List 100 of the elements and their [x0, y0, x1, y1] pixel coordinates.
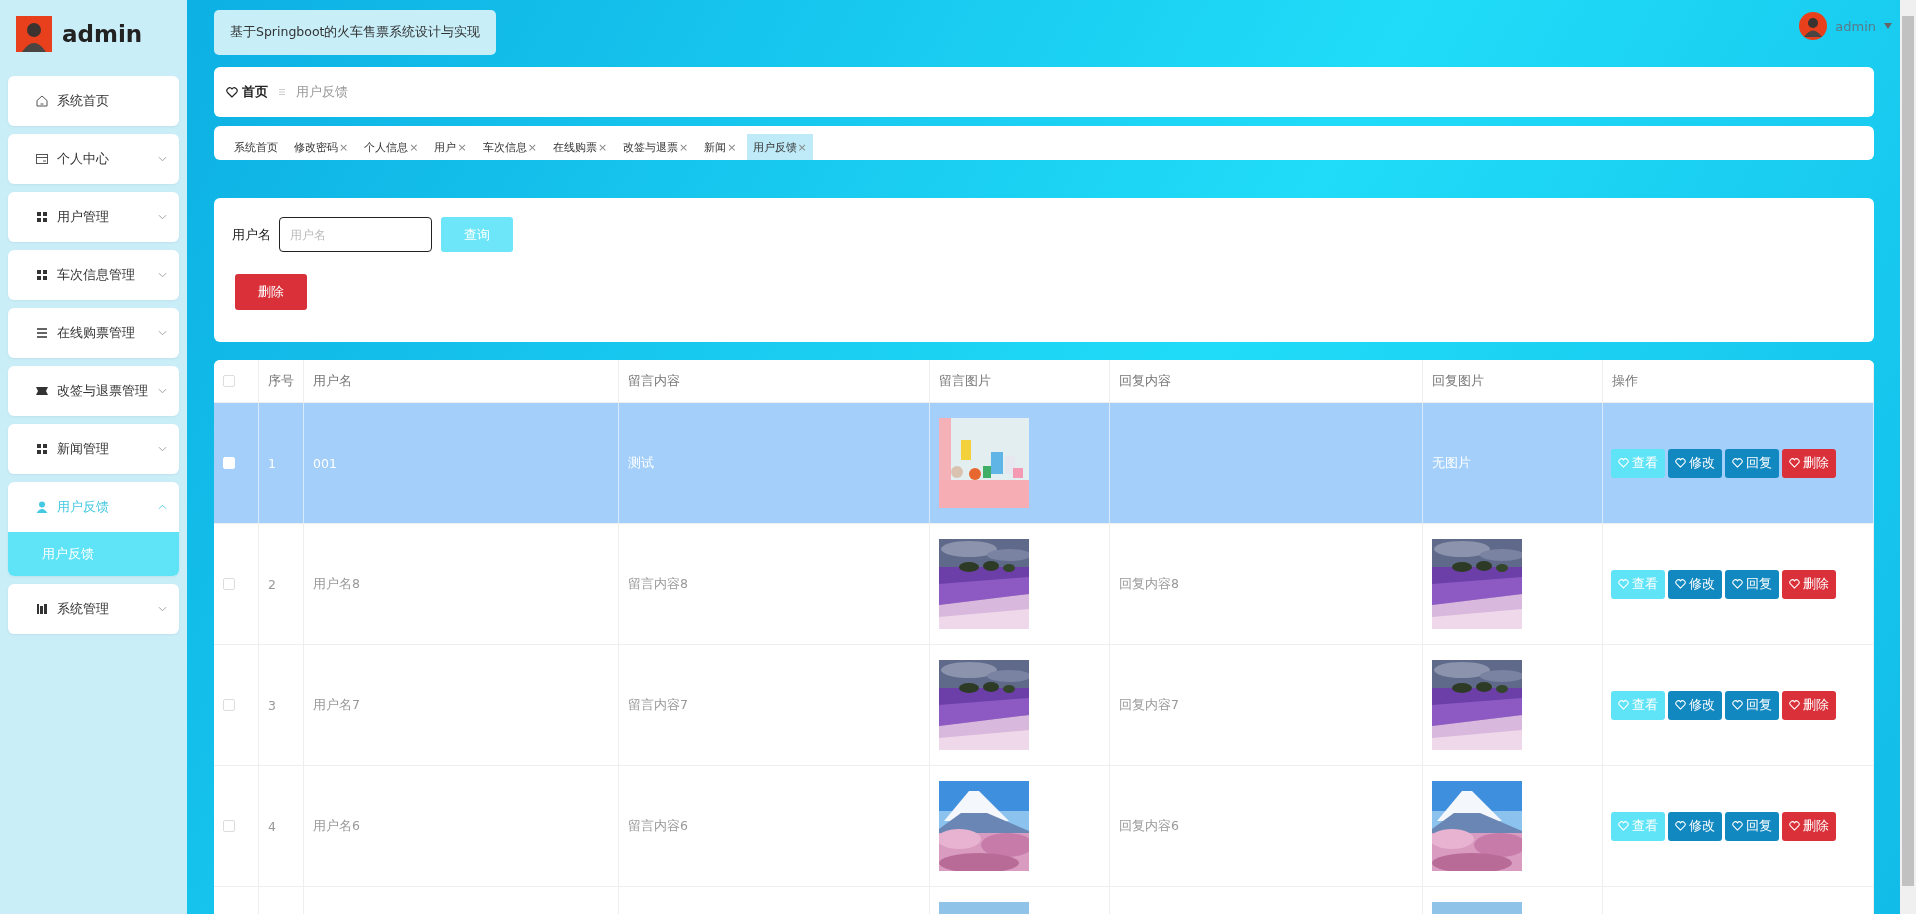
field-label: 用户名	[232, 225, 271, 244]
edit-button[interactable]: 修改	[1668, 448, 1722, 478]
table-row[interactable]: 1 001 测试 无图片 查看 修改 回复 删除	[214, 403, 1874, 524]
close-icon[interactable]: ×	[727, 140, 737, 154]
table-cell: 用户名7	[313, 696, 360, 714]
table-cell: 用户名6	[313, 817, 360, 835]
chevron-icon	[158, 504, 167, 510]
reply-button[interactable]: 回复	[1725, 690, 1779, 720]
edit-button[interactable]: 修改	[1668, 811, 1722, 841]
close-icon[interactable]: ×	[527, 140, 537, 154]
page-tab[interactable]: 系统首页	[228, 134, 284, 160]
table-cell: 2	[268, 576, 276, 592]
avatar-icon	[16, 16, 52, 52]
page-tab[interactable]: 新闻×	[698, 134, 743, 160]
delete-button[interactable]: 删除	[1782, 448, 1836, 478]
edit-button[interactable]: 修改	[1668, 690, 1722, 720]
page-tab[interactable]: 用户×	[428, 134, 473, 160]
heart-icon	[1675, 458, 1686, 468]
delete-button[interactable]: 删除	[1782, 690, 1836, 720]
table-cell: 无图片	[1432, 454, 1471, 472]
close-icon[interactable]: ×	[339, 140, 349, 154]
checkbox[interactable]	[223, 699, 235, 711]
column-header: 留言内容	[628, 372, 680, 390]
table-cell: 留言内容7	[628, 696, 688, 714]
page-tab[interactable]: 修改密码×	[288, 134, 355, 160]
chevron-icon	[158, 272, 167, 278]
user-icon	[35, 500, 49, 514]
edit-button[interactable]: 修改	[1668, 569, 1722, 599]
column-header: 序号	[268, 372, 294, 390]
heart-icon	[1618, 458, 1629, 468]
username-input[interactable]: 用户名	[279, 217, 432, 252]
heart-icon	[1789, 579, 1800, 589]
close-icon[interactable]: ×	[679, 140, 689, 154]
scrollbar[interactable]	[1900, 0, 1916, 914]
table-cell: 回复内容8	[1119, 575, 1179, 593]
table-cell: 3	[268, 697, 276, 713]
column-header: 操作	[1612, 372, 1638, 390]
reply-button[interactable]: 回复	[1725, 811, 1779, 841]
card-icon	[35, 152, 49, 166]
menu-item[interactable]: 系统管理	[8, 584, 179, 634]
avatar-icon[interactable]	[1799, 12, 1828, 40]
heart-icon	[1732, 458, 1743, 468]
grid-icon	[35, 210, 49, 224]
heart-icon	[1675, 700, 1686, 710]
breadcrumb-link[interactable]: 首页	[242, 83, 268, 101]
heart-icon	[1732, 821, 1743, 831]
menu-item[interactable]: 新闻管理	[8, 424, 179, 474]
delete-button[interactable]: 删除	[235, 274, 307, 310]
page-tab[interactable]: 个人信息×	[358, 134, 425, 160]
chevron-icon	[158, 606, 167, 612]
page-tab[interactable]: 改签与退票×	[617, 134, 695, 160]
table-cell: 4	[268, 818, 276, 834]
caret-icon[interactable]	[1884, 23, 1892, 29]
column-header: 回复图片	[1432, 372, 1484, 390]
menu-item[interactable]: 用户管理	[8, 192, 179, 242]
heart-icon	[1675, 821, 1686, 831]
column-header: 回复内容	[1119, 372, 1171, 390]
menu-item[interactable]: 车次信息管理	[8, 250, 179, 300]
close-icon[interactable]: ×	[597, 140, 608, 154]
checkbox[interactable]	[223, 375, 235, 387]
heart-icon	[1618, 821, 1629, 831]
grid-icon	[35, 442, 49, 456]
table-cell: 1	[268, 455, 276, 471]
page-tab[interactable]: 用户反馈×	[746, 134, 813, 160]
chevron-icon	[158, 156, 167, 162]
table-row[interactable]: 3 用户名7 留言内容7 回复内容7 查看 修改 回复 删除	[214, 645, 1874, 766]
table-cell: 留言内容6	[628, 817, 688, 835]
heart-icon	[1618, 700, 1629, 710]
delete-button[interactable]: 删除	[1782, 811, 1836, 841]
table-cell: 测试	[628, 454, 654, 472]
heart-icon	[1618, 579, 1629, 589]
grid-icon	[35, 268, 49, 282]
list-icon	[35, 326, 49, 340]
column-header: 留言图片	[939, 372, 991, 390]
table-cell: 回复内容6	[1119, 817, 1179, 835]
menu-item[interactable]: 改签与退票管理	[8, 366, 179, 416]
reply-button[interactable]: 回复	[1725, 448, 1779, 478]
user-name[interactable]: admin	[1835, 18, 1876, 34]
page-tab[interactable]: 车次信息×	[476, 134, 543, 160]
chart-icon	[35, 602, 49, 616]
delete-button[interactable]: 删除	[1782, 569, 1836, 599]
close-icon[interactable]: ×	[457, 140, 467, 154]
reply-button[interactable]: 回复	[1725, 569, 1779, 599]
chevron-icon	[158, 446, 167, 452]
menu-item[interactable]: 系统首页	[8, 76, 179, 126]
heart-icon	[1789, 700, 1800, 710]
ticket-icon	[35, 384, 49, 398]
table-row[interactable]: 2 用户名8 留言内容8 回复内容8 查看 修改 回复 删除	[214, 524, 1874, 645]
checkbox[interactable]	[223, 578, 235, 590]
table-row[interactable]: 4 用户名6 留言内容6 回复内容6 查看 修改 回复 删除	[214, 766, 1874, 887]
close-icon[interactable]: ×	[797, 140, 807, 154]
close-icon[interactable]: ×	[409, 140, 419, 154]
heart-icon	[1789, 458, 1800, 468]
home-icon	[35, 94, 49, 108]
menu-item[interactable]: 个人中心	[8, 134, 179, 184]
heart-icon	[1732, 579, 1743, 589]
page-tab[interactable]: 在线购票×	[546, 134, 614, 160]
menu-item[interactable]: 在线购票管理	[8, 308, 179, 358]
chevron-icon	[158, 214, 167, 220]
checkbox[interactable]	[223, 820, 235, 832]
